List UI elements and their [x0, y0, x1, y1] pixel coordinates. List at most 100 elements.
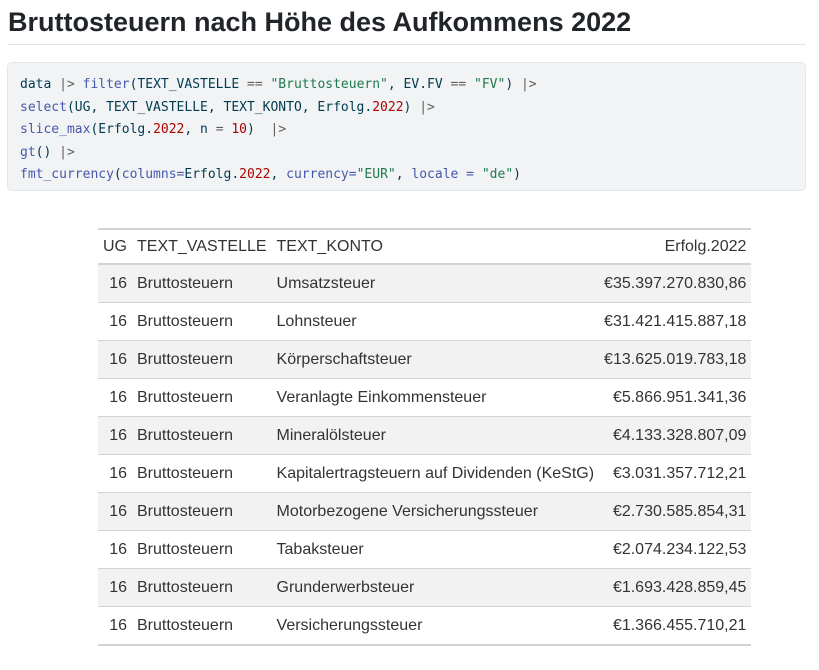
code-token: slice_max	[20, 122, 91, 137]
cell-text-vastelle: Bruttosteuern	[132, 340, 272, 379]
code-token: locale =	[411, 167, 475, 182]
code-token: , EV.FV	[387, 77, 451, 92]
cell-ug: 16	[98, 340, 132, 379]
table-row: 16 Bruttosteuern Grunderwerbsteuer €1.693.4…	[98, 568, 752, 607]
cell-ug: 16	[98, 530, 132, 569]
code-line: fmt_currency(columns=Erfolg.2022, curren…	[20, 164, 805, 187]
code-token: columns=	[121, 167, 185, 182]
column-header-text-vastelle: TEXT_VASTELLE	[137, 237, 267, 255]
cell-erfolg-2022: €35.397.270.830,86	[599, 264, 752, 303]
cell-erfolg-2022: €13.625.019.783,18	[599, 340, 752, 379]
column-header-ug: UG	[103, 237, 127, 255]
code-line: gt() |>	[20, 142, 805, 165]
table-header-row: UG TEXT_VASTELLE TEXT_KONTO Erfolg.2022	[98, 229, 752, 264]
code-token: ==	[450, 77, 467, 92]
cell-text-vastelle: Bruttosteuern	[132, 492, 272, 531]
code-token: )	[505, 77, 521, 92]
cell-text-konto: Tabaksteuer	[271, 530, 600, 569]
code-token: Erfolg.	[184, 167, 240, 182]
code-token: (UG, TEXT_VASTELLE, TEXT_KONTO, Erfolg.	[66, 99, 373, 115]
table-row: 16 Bruttosteuern Motorbezogene Versicherun…	[98, 492, 752, 531]
cell-erfolg-2022: €31.421.415.887,18	[599, 302, 752, 341]
code-token: data	[20, 77, 60, 92]
code-line: data |> filter(TEXT_VASTELLE == "Bruttos…	[20, 74, 805, 97]
cell-text-konto: Grunderwerbsteuer	[271, 568, 600, 607]
code-token: currency=	[286, 167, 357, 182]
title-divider	[8, 44, 806, 45]
results-table: UG TEXT_VASTELLE TEXT_KONTO Erfolg.2022 …	[98, 228, 752, 646]
cell-text-vastelle: Bruttosteuern	[132, 302, 272, 341]
cell-erfolg-2022: €1.366.455.710,21	[599, 606, 752, 646]
cell-erfolg-2022: €3.031.357.712,21	[599, 454, 752, 493]
cell-erfolg-2022: €5.866.951.341,36	[599, 378, 752, 417]
cell-text-konto: Motorbezogene Versicherungssteuer	[271, 492, 600, 531]
cell-text-vastelle: Bruttosteuern	[132, 568, 272, 607]
table-row: 16 Bruttosteuern Tabaksteuer €2.074.234.122…	[98, 530, 752, 569]
cell-text-vastelle: Bruttosteuern	[132, 606, 272, 646]
table-row: 16 Bruttosteuern Veranlagte Einkommensteue…	[98, 378, 752, 417]
cell-ug: 16	[98, 568, 132, 607]
code-token: (TEXT_VASTELLE	[129, 77, 247, 92]
code-token: ==	[247, 77, 263, 92]
column-header-erfolg-2022: Erfolg.2022	[664, 237, 747, 255]
cell-text-vastelle: Bruttosteuern	[132, 416, 272, 455]
cell-text-konto: Mineralölsteuer	[271, 416, 600, 455]
code-token: |>	[270, 122, 287, 137]
cell-ug: 16	[98, 492, 132, 531]
cell-text-konto: Umsatzsteuer	[271, 264, 600, 303]
code-token: )	[403, 99, 420, 115]
code-token: |>	[520, 77, 537, 92]
cell-ug: 16	[98, 302, 132, 341]
table-row: 16 Bruttosteuern Lohnsteuer €31.421.415.887…	[98, 302, 752, 341]
cell-text-konto: Körperschaftsteuer	[271, 340, 600, 379]
code-token: "Bruttosteuern"	[270, 77, 388, 92]
table-row: 16 Bruttosteuern Umsatzsteuer €35.397.270.8…	[98, 264, 752, 303]
table-row: 16 Bruttosteuern Mineralölsteuer €4.133.328…	[98, 416, 752, 455]
page-title: Bruttosteuern nach Höhe des Aufkommens 2…	[8, 7, 632, 37]
cell-text-konto: Versicherungssteuer	[271, 606, 600, 646]
code-block[interactable]: data |> filter(TEXT_VASTELLE == "Bruttos…	[7, 62, 806, 191]
code-token: =	[215, 122, 224, 137]
cell-ug: 16	[98, 606, 132, 646]
cell-ug: 16	[98, 454, 132, 493]
code-token: "FV"	[474, 77, 506, 92]
code-token: filter	[82, 77, 130, 92]
cell-erfolg-2022: €2.074.234.122,53	[599, 530, 752, 569]
cell-text-vastelle: Bruttosteuern	[132, 454, 272, 493]
code-token: fmt_currency	[20, 167, 114, 182]
code-token: ,	[395, 167, 412, 182]
cell-ug: 16	[98, 264, 132, 303]
cell-text-konto: Lohnsteuer	[271, 302, 600, 341]
code-token: select	[20, 99, 67, 115]
column-header-text-konto: TEXT_KONTO	[276, 237, 383, 255]
cell-text-vastelle: Bruttosteuern	[132, 530, 272, 569]
code-token: |>	[419, 99, 435, 115]
cell-text-konto: Kapitalertragsteuern auf Dividenden (KeS…	[271, 454, 600, 493]
code-token: (Erfolg.	[90, 122, 154, 137]
code-token: 2022	[372, 99, 404, 115]
table-row: 16 Bruttosteuern Körperschaftsteuer €13.625…	[98, 340, 752, 379]
cell-ug: 16	[98, 378, 132, 417]
code-token: (	[113, 167, 122, 182]
cell-text-vastelle: Bruttosteuern	[132, 264, 272, 303]
cell-ug: 16	[98, 416, 132, 455]
cell-text-konto: Veranlagte Einkommensteuer	[271, 378, 600, 417]
cell-erfolg-2022: €2.730.585.854,31	[599, 492, 752, 531]
code-token: |>	[59, 144, 75, 160]
code-token: 2022	[239, 167, 271, 182]
code-token: 2022	[153, 122, 185, 137]
code-token: "EUR"	[356, 167, 396, 182]
code-token: gt	[20, 144, 36, 160]
code-line: slice_max(Erfolg.2022, n = 10) |>	[20, 119, 805, 142]
cell-erfolg-2022: €4.133.328.807,09	[599, 416, 752, 455]
code-token: ()	[35, 144, 60, 160]
code-token: |>	[59, 77, 75, 92]
cell-text-vastelle: Bruttosteuern	[132, 378, 272, 417]
code-line: select(UG, TEXT_VASTELLE, TEXT_KONTO, Er…	[20, 97, 805, 120]
code-token: 10	[231, 122, 248, 137]
table-row: 16 Bruttosteuern Versicherungssteuer €1.366…	[98, 606, 752, 646]
code-token: , n	[184, 122, 216, 137]
